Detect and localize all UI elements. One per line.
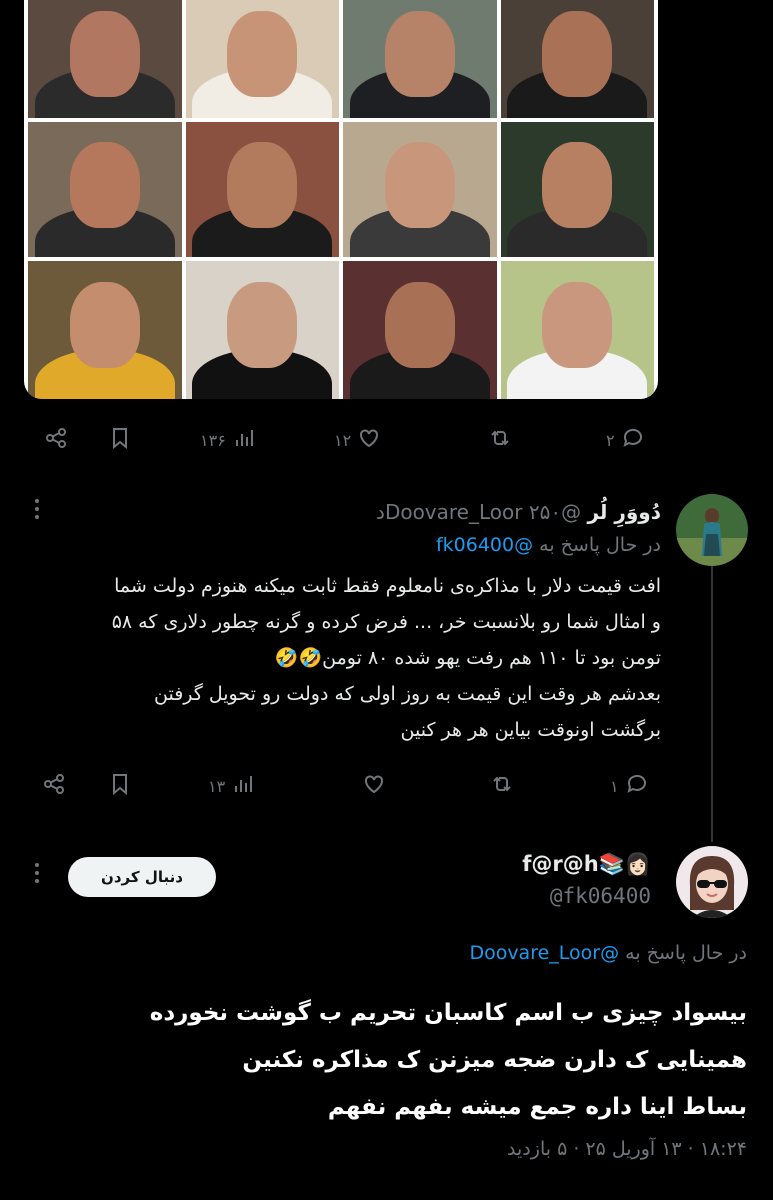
text-line: برگشت اونوقت بیاین هر هر کنین (400, 719, 661, 741)
reply-count: ۱ (610, 776, 619, 796)
replying-to: در حال پاسخ به @fk06400 (101, 534, 661, 562)
avatar-image (676, 494, 748, 566)
avatar[interactable] (676, 494, 748, 566)
reply-count: ۲ (606, 430, 615, 450)
tweet-meta: ۱۸:۲۴ · ۱۳ آوریل ۲۵ · ۵ بازدید (507, 1138, 747, 1160)
views-icon (231, 772, 255, 800)
text-line: بساط اینا داره جمع میشه بفهم نفهم (327, 1094, 747, 1120)
grid-photo[interactable] (185, 122, 339, 257)
reply-button[interactable]: ۱ (610, 772, 649, 800)
photo-face (384, 11, 455, 97)
reply-button[interactable]: ۲ (606, 426, 645, 454)
photo-face (542, 282, 613, 368)
photo-face (542, 11, 613, 97)
reply-icon (625, 772, 649, 800)
post-action-bar: ۱۳۶ ۱۲ ۲ (0, 420, 773, 460)
text-line: بیسواد چیزی ب اسم کاسبان تحریم ب گوشت نخ… (149, 1000, 747, 1026)
grid-photo[interactable] (343, 261, 497, 399)
like-icon (357, 426, 381, 454)
text-line: همینایی ک دارن ضجه میزنن ک مذاکره نکنین (242, 1047, 747, 1073)
like-button[interactable] (362, 772, 386, 800)
follow-label: دنبال کردن (101, 868, 183, 886)
photo-face (227, 141, 298, 228)
photo-face (542, 141, 613, 228)
text-line: و امثال شما رو بلانسبت خر، ... فرض کرده … (111, 611, 661, 633)
grid-photo[interactable] (28, 261, 182, 399)
grid-photo[interactable] (500, 261, 654, 399)
views-count: ۱۳۶ (200, 430, 226, 450)
grid-photo[interactable] (28, 0, 182, 118)
retweet-icon (488, 426, 512, 454)
avatar[interactable] (676, 846, 748, 918)
mention-link[interactable]: @fk06400 (436, 534, 533, 556)
photo-face (69, 282, 140, 368)
tweet-image-grid[interactable] (24, 0, 658, 399)
grid-photo[interactable] (343, 122, 497, 257)
bookmark-button[interactable] (108, 772, 132, 800)
display-name[interactable]: f@r@h📚👩🏻 (351, 852, 651, 877)
avatar-image (676, 846, 748, 918)
share-icon (42, 772, 66, 800)
display-name[interactable]: دُووَرِ لُر (587, 500, 661, 524)
reply-header: دُووَرِ لُر @Doovare_Loor ۲۵۰د (161, 500, 661, 528)
photo-face (384, 141, 455, 228)
tweet-text: بیسواد چیزی ب اسم کاسبان تحریم ب گوشت نخ… (27, 990, 747, 1131)
share-button[interactable] (42, 772, 66, 800)
grid-photo[interactable] (185, 0, 339, 118)
reply-text: افت قیمت دلار با مذاکره‌ی نامعلوم فقط ثا… (21, 568, 661, 748)
thread-line (711, 566, 713, 842)
views-count: ۱۳ (208, 776, 226, 796)
grid-photo[interactable] (185, 261, 339, 399)
views-button[interactable]: ۱۳ (208, 772, 255, 800)
more-button[interactable] (34, 862, 44, 884)
mention-link[interactable]: @Doovare_Loor (469, 942, 619, 964)
photo-face (227, 11, 298, 97)
share-icon (44, 426, 68, 454)
grid-photo[interactable] (28, 122, 182, 257)
views-button[interactable]: ۱۳۶ (200, 426, 256, 454)
share-button[interactable] (44, 426, 68, 454)
replying-to: در حال پاسخ به @Doovare_Loor (47, 942, 747, 964)
bookmark-icon (108, 426, 132, 454)
photo-face (69, 141, 140, 228)
grid-photo[interactable] (500, 0, 654, 118)
photo-face (69, 11, 140, 97)
photo-face (227, 282, 298, 368)
photo-face (384, 282, 455, 368)
like-count: ۱۲ (334, 430, 352, 450)
more-button[interactable] (34, 498, 44, 520)
text-line: بعدشم هر وقت این قیمت به روز اولی که دول… (154, 683, 661, 705)
bookmark-button[interactable] (108, 426, 132, 454)
text-line: افت قیمت دلار با مذاکره‌ی نامعلوم فقط ثا… (114, 575, 661, 597)
reply-action-bar: ۱۳ ۱ (0, 768, 700, 804)
more-icon (35, 499, 39, 519)
text-line: تومن بود تا ۱۱۰ هم رفت یهو شده ۸۰ تومن🤣🤣 (274, 647, 661, 669)
like-icon (362, 772, 386, 800)
replying-to-prefix: در حال پاسخ به (625, 942, 747, 964)
retweet-button[interactable] (488, 426, 512, 454)
grid-photo[interactable] (500, 122, 654, 257)
views-icon (232, 426, 256, 454)
follow-button[interactable]: دنبال کردن (68, 857, 216, 897)
handle[interactable]: @fk06400 (351, 884, 651, 908)
like-button[interactable]: ۱۲ (334, 426, 381, 454)
bookmark-icon (108, 772, 132, 800)
replying-to-prefix: در حال پاسخ به (539, 534, 661, 556)
grid-photo[interactable] (343, 0, 497, 118)
reply-icon (621, 426, 645, 454)
retweet-button[interactable] (490, 772, 514, 800)
retweet-icon (490, 772, 514, 800)
more-icon (35, 863, 39, 883)
